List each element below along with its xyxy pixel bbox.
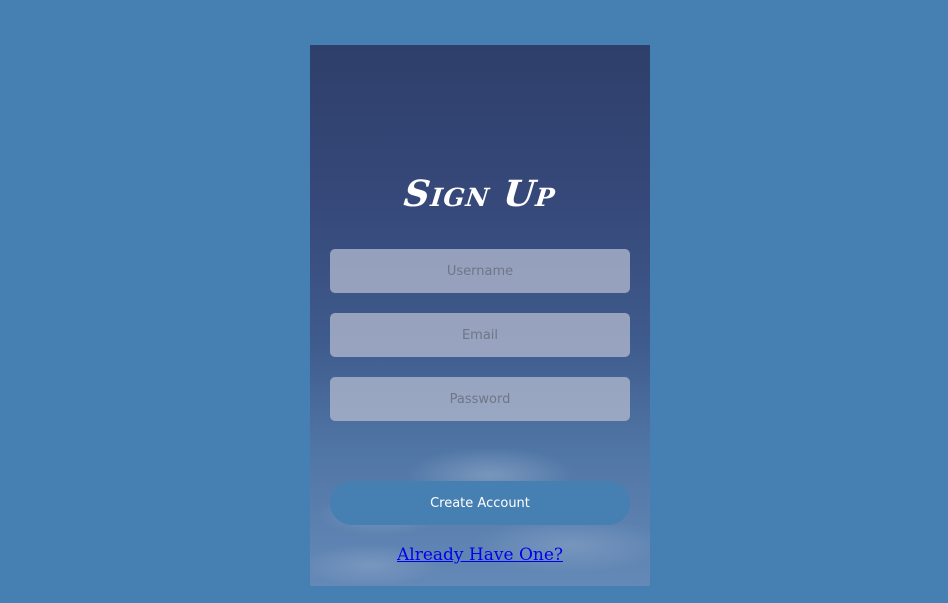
email-input[interactable] (330, 313, 630, 357)
username-input[interactable] (330, 249, 630, 293)
create-account-button[interactable]: Create Account (330, 481, 630, 525)
signup-card: Sign Up Create Account Already Have One? (310, 45, 650, 586)
password-input[interactable] (330, 377, 630, 421)
page-title: Sign Up (401, 173, 559, 215)
already-have-account-link[interactable]: Already Have One? (310, 545, 650, 565)
